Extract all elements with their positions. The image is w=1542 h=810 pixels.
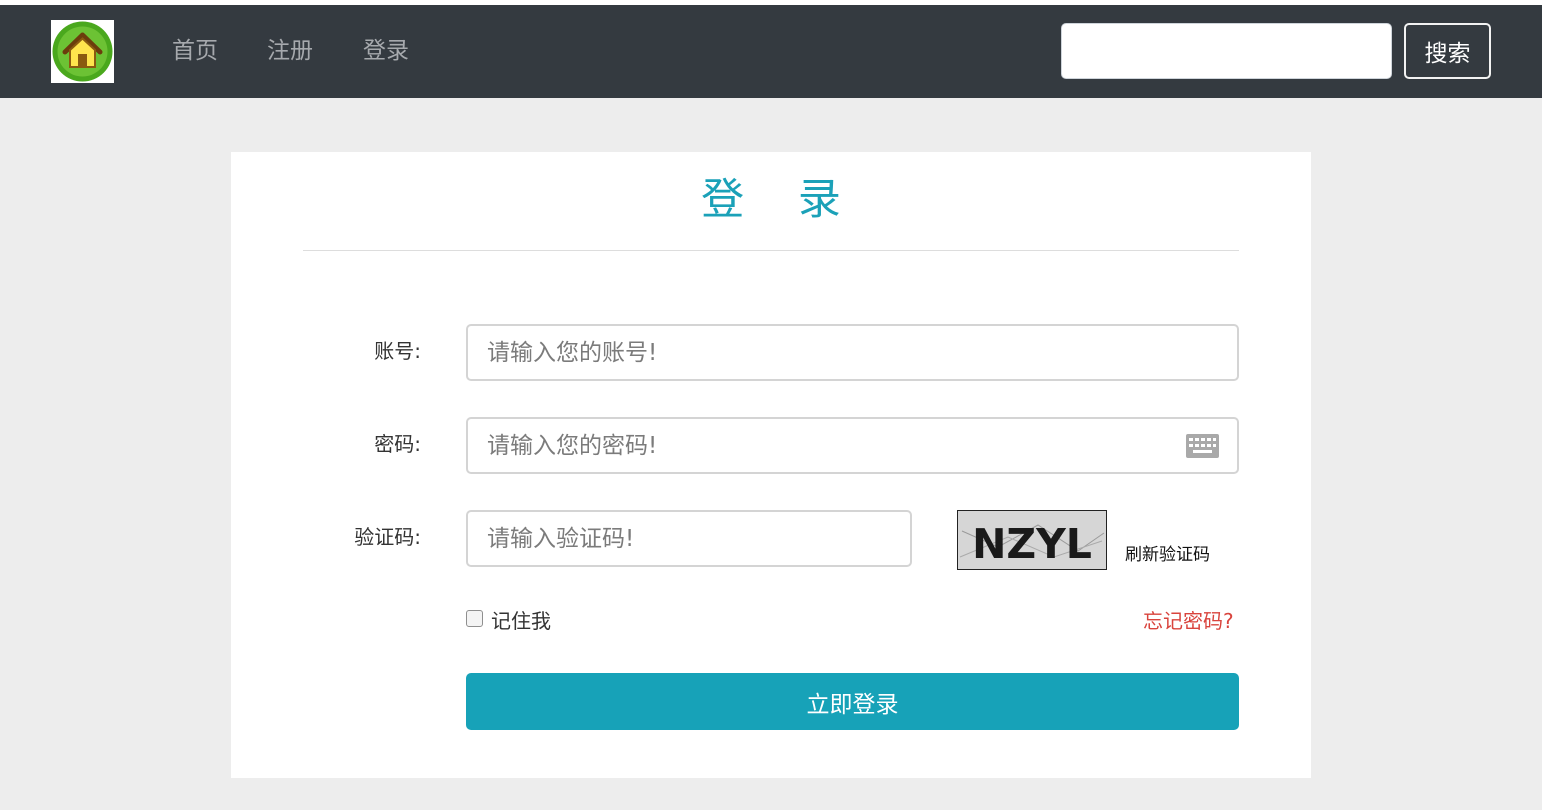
nav-register-link[interactable]: 注册: [267, 36, 313, 66]
nav-home-link[interactable]: 首页: [172, 36, 218, 66]
search-button[interactable]: 搜索: [1404, 23, 1491, 79]
house-icon: [52, 21, 113, 82]
keyboard-icon[interactable]: [1186, 434, 1219, 458]
password-input[interactable]: [466, 417, 1239, 474]
login-submit-button[interactable]: 立即登录: [466, 673, 1239, 730]
captcha-text: NZYL: [972, 520, 1092, 568]
page-title: 登 录: [701, 175, 861, 225]
search-input[interactable]: [1061, 23, 1392, 79]
password-label: 密码:: [374, 432, 421, 456]
site-logo[interactable]: [51, 20, 114, 83]
refresh-captcha-link[interactable]: 刷新验证码: [1125, 544, 1210, 566]
title-divider: [303, 250, 1239, 251]
forgot-password-link[interactable]: 忘记密码?: [1143, 608, 1234, 634]
remember-me-label[interactable]: 记住我: [491, 608, 551, 634]
captcha-label: 验证码:: [354, 525, 421, 549]
account-input[interactable]: [466, 324, 1239, 381]
account-label: 账号:: [374, 339, 421, 363]
captcha-image[interactable]: NZYL: [957, 510, 1107, 570]
nav-login-link[interactable]: 登录: [363, 36, 409, 66]
navbar: 首页 注册 登录 搜索: [0, 5, 1542, 98]
remember-me-checkbox[interactable]: [466, 610, 483, 627]
captcha-input[interactable]: [466, 510, 912, 567]
